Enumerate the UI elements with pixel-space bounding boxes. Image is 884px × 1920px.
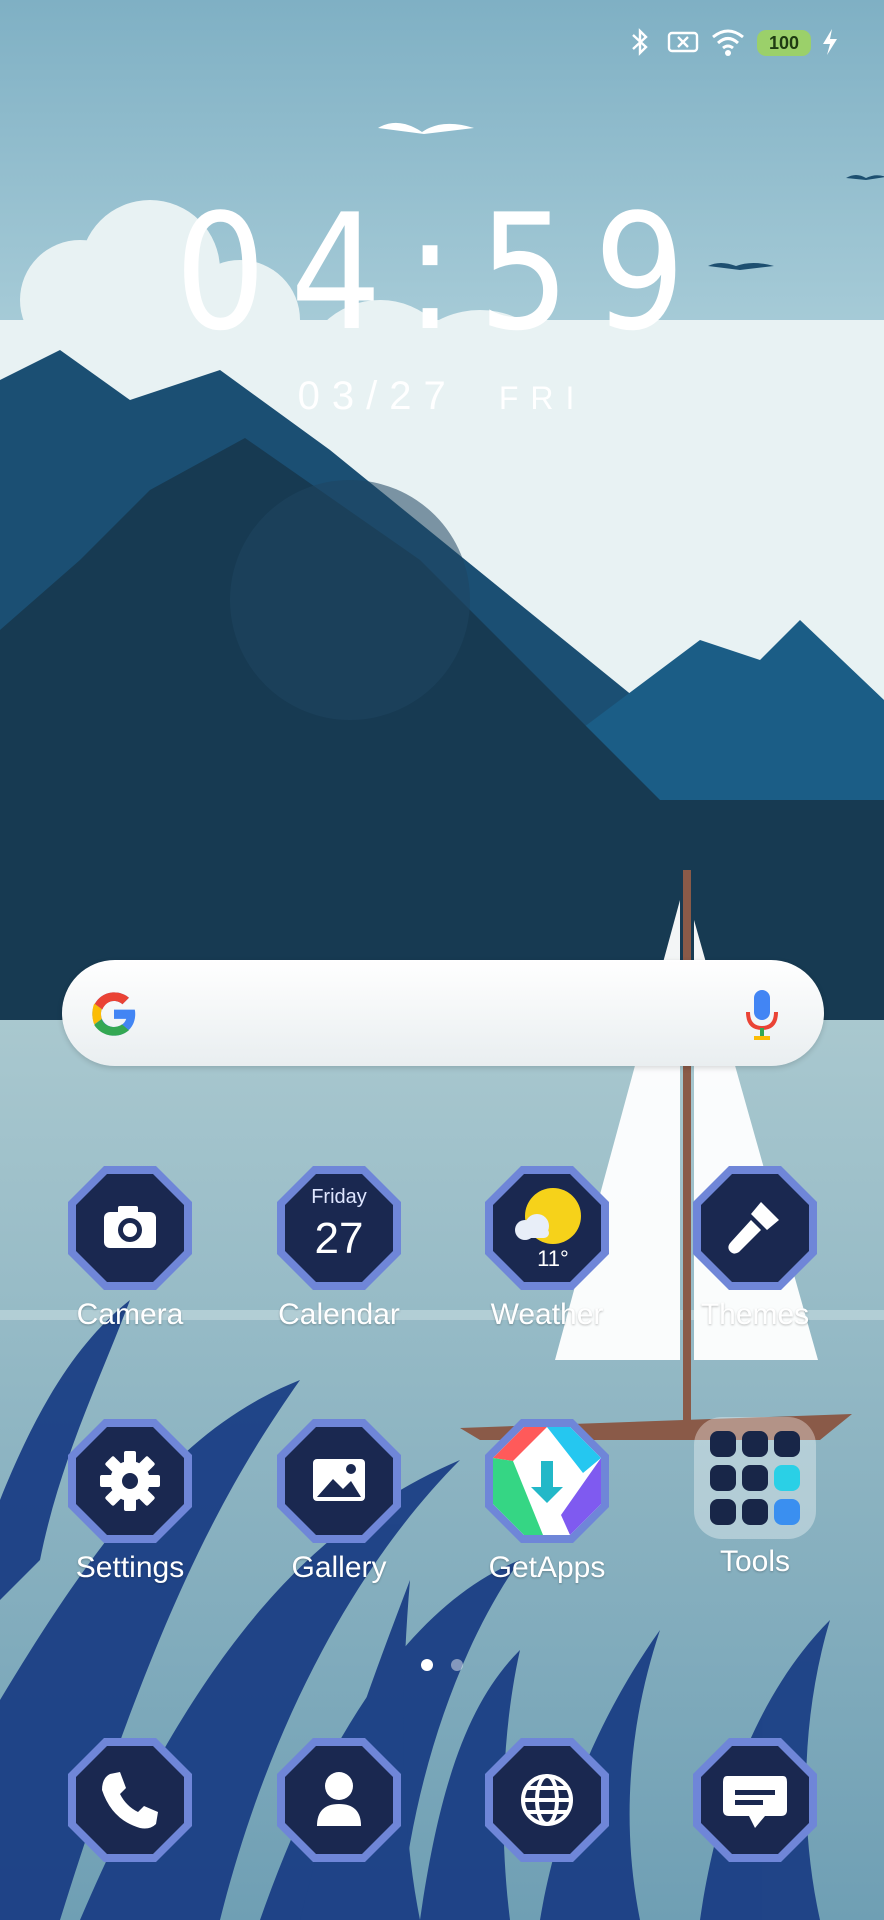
charging-icon (818, 24, 842, 60)
paintbrush-icon (691, 1164, 819, 1292)
wifi-icon (708, 24, 748, 60)
bluetooth-icon (626, 24, 654, 60)
date-text: 03/27 (297, 374, 458, 418)
dock-browser[interactable] (472, 1736, 622, 1864)
dock-messages[interactable] (680, 1736, 830, 1864)
image-icon (275, 1417, 403, 1545)
google-search-bar[interactable] (62, 960, 824, 1066)
microphone-icon[interactable] (740, 986, 788, 1042)
battery-indicator: 100 (757, 30, 811, 56)
weekday-text: FRI (498, 380, 587, 416)
status-bar: 100 (0, 24, 884, 60)
app-label: Themes (700, 1298, 810, 1331)
app-label: Camera (76, 1298, 184, 1331)
phone-icon (66, 1736, 194, 1864)
app-gallery[interactable]: Gallery (264, 1417, 414, 1585)
gear-icon (66, 1417, 194, 1545)
getapps-download-icon (483, 1417, 611, 1545)
app-label: Gallery (291, 1551, 387, 1584)
camera-icon (66, 1164, 194, 1292)
calendar-icon: Friday 27 (275, 1164, 403, 1292)
calendar-day-name: Friday (311, 1186, 367, 1208)
page-indicator (421, 1659, 463, 1671)
dock-phone[interactable] (55, 1736, 205, 1864)
weather-sun-cloud-icon: 11° (483, 1164, 611, 1292)
google-logo-icon (88, 988, 140, 1040)
app-label: Tools (719, 1545, 791, 1578)
app-calendar[interactable]: Friday 27 Calendar (264, 1164, 414, 1332)
clock-date: 03/27 FRI (0, 374, 884, 419)
app-label: Weather (490, 1298, 604, 1331)
app-camera[interactable]: Camera (55, 1164, 205, 1332)
browser-globe-icon (483, 1736, 611, 1864)
contacts-icon (275, 1736, 403, 1864)
folder-tools[interactable]: Tools (680, 1417, 830, 1579)
clock-time: 04:59 (174, 179, 710, 366)
no-sim-icon (666, 24, 700, 60)
app-label: Settings (75, 1551, 185, 1584)
battery-level: 100 (768, 32, 800, 53)
app-label: Calendar (278, 1298, 400, 1331)
dock-contacts[interactable] (264, 1736, 414, 1864)
app-getapps[interactable]: GetApps (472, 1417, 622, 1585)
app-themes[interactable]: Themes (680, 1164, 830, 1332)
app-settings[interactable]: Settings (55, 1417, 205, 1585)
weather-temp: 11° (537, 1246, 569, 1271)
app-weather[interactable]: 11° Weather (472, 1164, 622, 1332)
calendar-day-number: 27 (314, 1214, 364, 1263)
folder-icon (694, 1417, 816, 1539)
app-label: GetApps (488, 1551, 606, 1584)
search-input[interactable] (158, 988, 722, 1040)
messages-icon (691, 1736, 819, 1864)
